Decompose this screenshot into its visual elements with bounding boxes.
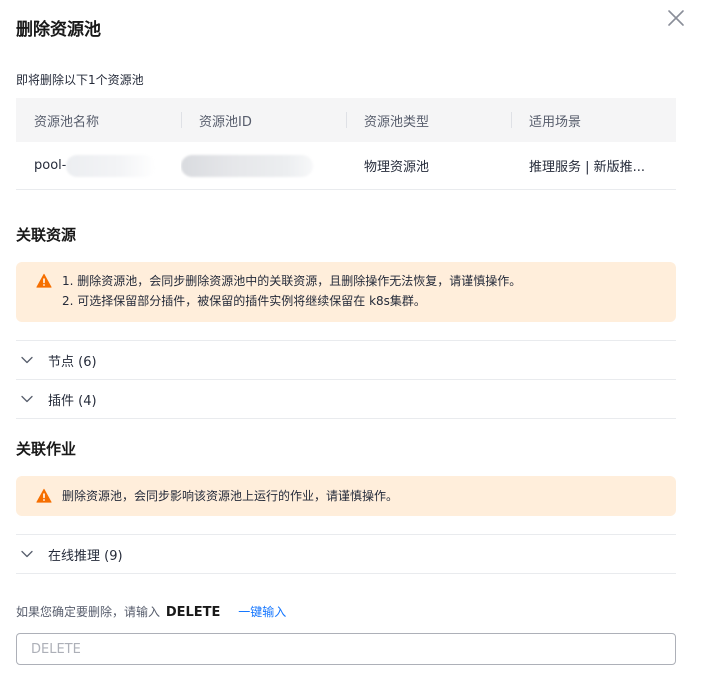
- column-header-scenario: 适用场景: [511, 98, 676, 142]
- related-resources-alert: 1. 删除资源池，会同步删除资源池中的关联资源，且删除操作无法恢复，请谨慎操作。…: [16, 262, 676, 322]
- cell-pool-type: 物理资源池: [364, 160, 430, 175]
- confirm-prompt: 如果您确定要删除，请输入 DELETE 一键输入: [16, 604, 286, 621]
- cell-pool-scenario: 推理服务 | 新版推...: [529, 160, 646, 175]
- cell-pool-id: [181, 142, 346, 190]
- cell-pool-name: pool-: [16, 142, 181, 190]
- collapse-plugins-label: 插件 (4): [48, 393, 97, 409]
- resource-pool-table: 资源池名称 资源池ID 资源池类型 适用场景 pool- 物理资源池 推理服务 …: [16, 98, 676, 190]
- pool-name-prefix: pool-: [34, 158, 67, 173]
- dialog-subtitle: 即将删除以下1个资源池: [16, 73, 144, 87]
- chevron-down-icon: [21, 356, 33, 364]
- warning-icon: [36, 488, 52, 503]
- column-header-type: 资源池类型: [346, 98, 511, 142]
- delete-resource-pool-dialog: 删除资源池 即将删除以下1个资源池 资源池名称 资源池ID 资源池类型 适用场景…: [0, 0, 701, 685]
- close-button[interactable]: [664, 6, 688, 30]
- confirm-keyword: DELETE: [165, 605, 221, 620]
- related-jobs-title: 关联作业: [16, 440, 77, 458]
- table-header: 资源池名称 资源池ID 资源池类型 适用场景: [16, 98, 676, 142]
- column-header-id: 资源池ID: [181, 98, 346, 142]
- collapse-plugins[interactable]: 插件 (4): [16, 379, 676, 419]
- alert-lines: 1. 删除资源池，会同步删除资源池中的关联资源，且删除操作无法恢复，请谨慎操作。…: [62, 271, 521, 311]
- chevron-down-icon: [21, 395, 33, 403]
- confirm-prompt-text: 如果您确定要删除，请输入: [16, 605, 161, 619]
- jobs-alert-text: 删除资源池，会同步影响该资源池上运行的作业，请谨慎操作。: [62, 489, 399, 503]
- collapse-nodes[interactable]: 节点 (6): [16, 340, 676, 379]
- alert-line-2: 2. 可选择保留部分插件，被保留的插件实例将继续保留在 k8s集群。: [62, 294, 426, 308]
- column-header-name: 资源池名称: [34, 114, 100, 130]
- redacted-pool-id: [181, 154, 313, 177]
- close-icon: [668, 10, 684, 26]
- collapse-nodes-label: 节点 (6): [48, 354, 97, 370]
- collapse-online-inference-label: 在线推理 (9): [48, 548, 123, 564]
- dialog-title: 删除资源池: [16, 20, 101, 40]
- collapse-online-inference[interactable]: 在线推理 (9): [16, 534, 676, 574]
- chevron-down-icon: [21, 550, 33, 558]
- redacted-pool-name: [66, 154, 157, 177]
- related-resources-title: 关联资源: [16, 226, 77, 244]
- warning-icon: [36, 273, 52, 288]
- one-click-input-link[interactable]: 一键输入: [238, 605, 286, 619]
- table-row: pool- 物理资源池 推理服务 | 新版推...: [16, 142, 676, 190]
- alert-line-1: 1. 删除资源池，会同步删除资源池中的关联资源，且删除操作无法恢复，请谨慎操作。: [62, 274, 522, 288]
- delete-confirm-input[interactable]: [16, 633, 676, 665]
- related-jobs-alert: 删除资源池，会同步影响该资源池上运行的作业，请谨慎操作。: [16, 476, 676, 516]
